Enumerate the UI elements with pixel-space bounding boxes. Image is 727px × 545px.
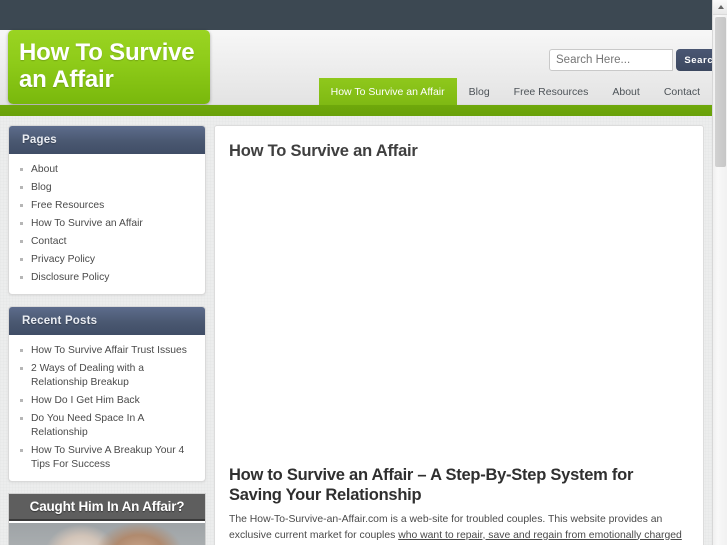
- nav-item-contact[interactable]: Contact: [652, 78, 712, 105]
- sidebar-item-blog[interactable]: Blog: [17, 179, 197, 197]
- search-button[interactable]: Search: [676, 49, 712, 71]
- nav-item-about[interactable]: About: [600, 78, 651, 105]
- search-input[interactable]: [549, 49, 673, 71]
- search-form: Search: [549, 49, 712, 71]
- sidebar-item-how-to-survive-an-affair[interactable]: How To Survive an Affair: [17, 215, 197, 233]
- pages-widget-title: Pages: [9, 126, 205, 154]
- list-item[interactable]: Do You Need Space In A Relationship: [17, 410, 197, 442]
- sidebar-banner-ad[interactable]: Caught Him In An Affair? STOP the haunti…: [8, 493, 206, 545]
- recent-posts-widget-body: How To Survive Affair Trust Issues 2 Way…: [9, 335, 205, 481]
- recent-posts-widget-title: Recent Posts: [9, 307, 205, 335]
- recent-posts-widget: Recent Posts How To Survive Affair Trust…: [8, 306, 206, 482]
- pages-list: About Blog Free Resources How To Survive…: [17, 161, 197, 287]
- ad-photo: [9, 523, 205, 545]
- sidebar-item-contact[interactable]: Contact: [17, 233, 197, 251]
- list-item[interactable]: How Do I Get Him Back: [17, 392, 197, 410]
- sidebar-item-disclosure-policy[interactable]: Disclosure Policy: [17, 269, 197, 287]
- article-body: The How-To-Survive-an-Affair.com is a we…: [229, 512, 685, 545]
- nav-item-how-to-survive-an-affair[interactable]: How To Survive an Affair: [318, 78, 457, 105]
- sidebar-item-about[interactable]: About: [17, 161, 197, 179]
- nav-green-bar: [0, 105, 712, 116]
- logo-line-1: How To Survive: [19, 39, 195, 66]
- top-dark-band: [0, 0, 712, 30]
- nav-item-free-resources[interactable]: Free Resources: [502, 78, 601, 105]
- vertical-scrollbar[interactable]: [712, 0, 727, 545]
- main-content-panel: How To Survive an Affair How to Survive …: [214, 125, 704, 545]
- scroll-up-arrow-icon[interactable]: [713, 0, 727, 15]
- scrollbar-thumb[interactable]: [715, 17, 726, 167]
- pages-widget-body: About Blog Free Resources How To Survive…: [9, 154, 205, 294]
- sidebar-item-privacy-policy[interactable]: Privacy Policy: [17, 251, 197, 269]
- main-navigation: How To Survive an Affair Blog Free Resou…: [0, 78, 712, 105]
- article-title: How to Survive an Affair – A Step-By-Ste…: [229, 466, 634, 504]
- page-title: How To Survive an Affair: [229, 142, 418, 160]
- list-item[interactable]: How To Survive Affair Trust Issues: [17, 342, 197, 360]
- list-item[interactable]: How To Survive A Breakup Your 4 Tips For…: [17, 442, 197, 474]
- browser-page-viewport: How To Survive an Affair Search How To S…: [0, 0, 712, 545]
- ad-headline: Caught Him In An Affair?: [9, 494, 205, 521]
- nav-item-blog[interactable]: Blog: [457, 78, 502, 105]
- sidebar: Pages About Blog Free Resources How To S…: [8, 125, 206, 545]
- sidebar-item-free-resources[interactable]: Free Resources: [17, 197, 197, 215]
- recent-posts-list: How To Survive Affair Trust Issues 2 Way…: [17, 342, 197, 474]
- pages-widget: Pages About Blog Free Resources How To S…: [8, 125, 206, 295]
- list-item[interactable]: 2 Ways of Dealing with a Relationship Br…: [17, 360, 197, 392]
